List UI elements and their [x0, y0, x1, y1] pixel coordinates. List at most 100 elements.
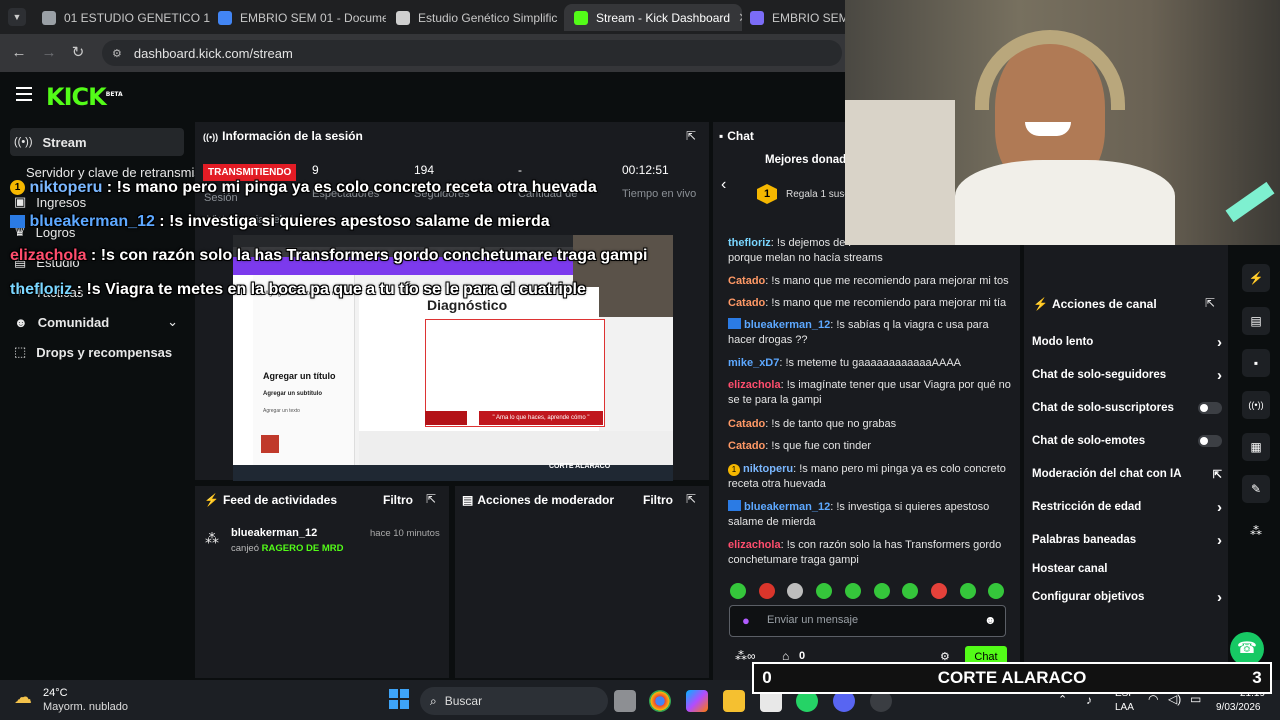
chat-input[interactable]: ● Enviar un mensaje ☻: [729, 605, 1006, 637]
emote-icon[interactable]: [730, 583, 746, 599]
site-info-icon[interactable]: ⚙: [112, 47, 122, 60]
clock-date[interactable]: 9/03/2026: [1216, 702, 1261, 713]
channel-action-item[interactable]: Configurar objetivos ›: [1032, 589, 1222, 606]
hamburger-menu-icon[interactable]: [16, 87, 32, 101]
preview-slide-title: Diagnóstico: [427, 297, 508, 313]
toggle-switch[interactable]: [1198, 402, 1222, 414]
chat-username[interactable]: mike_xD7: [728, 357, 779, 369]
volume-icon[interactable]: ◁): [1168, 692, 1181, 706]
popout-icon[interactable]: ⇱: [1205, 296, 1215, 310]
battery-icon[interactable]: ▭: [1190, 692, 1201, 706]
upper-right-panel: [1024, 244, 1228, 290]
points-icon[interactable]: ⁂∞: [735, 649, 756, 663]
weather-desc[interactable]: Mayorm. nublado: [43, 701, 128, 713]
kick-logo[interactable]: KICKBETA: [46, 83, 123, 111]
channel-action-item[interactable]: Modo lento ›: [1032, 334, 1222, 351]
rail-wrench-icon[interactable]: ✎: [1242, 475, 1270, 503]
chat-text-continued: porque melan no hacía streams: [728, 252, 883, 264]
rail-chat-icon[interactable]: ▪: [1242, 349, 1270, 377]
popout-icon[interactable]: ⇱: [686, 129, 696, 143]
chat-username[interactable]: blueakerman_12: [744, 319, 830, 331]
weather-icon[interactable]: ☁: [14, 687, 32, 708]
emote-icon[interactable]: [816, 583, 833, 599]
rail-notes-icon[interactable]: ▤: [1242, 307, 1270, 335]
activity-filter-button[interactable]: Filtro: [383, 493, 413, 507]
toggle-switch[interactable]: [1198, 435, 1222, 447]
chat-username[interactable]: niktoperu: [743, 463, 793, 475]
reload-icon[interactable]: ↻: [69, 44, 87, 62]
task-view-icon[interactable]: [614, 690, 636, 712]
chat-username[interactable]: thefloriz: [728, 237, 771, 249]
stream-preview[interactable]: Agrega las fuentes de tu marca Agregar u…: [233, 235, 673, 481]
taskbar-search[interactable]: ⌕ Buscar: [420, 687, 608, 715]
mic-tray-icon[interactable]: ♪: [1086, 693, 1092, 707]
microphone-icon[interactable]: ●: [742, 613, 750, 628]
popout-icon[interactable]: ⇱: [426, 492, 436, 506]
chat-username[interactable]: elizachola: [728, 539, 781, 551]
channel-action-item[interactable]: Palabras baneadas ›: [1032, 532, 1222, 549]
sidebar-item-stream[interactable]: ((•)) Stream: [10, 128, 184, 156]
chat-username[interactable]: Catado: [728, 440, 765, 452]
chat-username[interactable]: Catado: [728, 418, 765, 430]
chat-username[interactable]: blueakerman_12: [744, 501, 830, 513]
forward-icon[interactable]: →: [40, 44, 58, 62]
start-icon[interactable]: [389, 689, 409, 709]
overlay-message-4: thefloriz : !s Viagra te metes en la boc…: [10, 281, 586, 299]
chevron-up-icon[interactable]: ⌃: [1058, 693, 1067, 706]
preview-left-rail: [233, 275, 253, 465]
channel-action-label: Chat de solo-seguidores: [1032, 369, 1167, 381]
browser-tab[interactable]: Stream - Kick Dashboard✕: [564, 4, 742, 31]
url-field[interactable]: ⚙ dashboard.kick.com/stream: [102, 40, 842, 66]
bolt-icon: ⚡: [204, 493, 219, 507]
help-fab-icon[interactable]: ☎: [1230, 632, 1264, 666]
chat-message: Catado: !s mano que me recomiendo para m…: [728, 274, 1013, 289]
channel-action-item[interactable]: Restricción de edad ›: [1032, 498, 1222, 516]
rail-redeem-icon[interactable]: ⁂: [1242, 517, 1270, 545]
emote-icon[interactable]: [930, 583, 947, 599]
popout-icon[interactable]: ⇱: [686, 492, 696, 506]
chat-message: elizachola: !s imagínate tener que usar …: [728, 378, 1013, 408]
chrome-icon[interactable]: [649, 690, 671, 712]
explorer-icon[interactable]: [723, 690, 745, 712]
channel-actions-title-text: Acciones de canal: [1051, 297, 1157, 311]
followers-value: 194: [414, 163, 435, 177]
language-secondary[interactable]: LAA: [1115, 702, 1134, 713]
chevron-right-icon: ›: [1217, 498, 1222, 516]
wifi-icon[interactable]: ◠: [1148, 692, 1158, 706]
channel-action-item[interactable]: Chat de solo-emotes: [1032, 433, 1222, 449]
gift-sub-text[interactable]: Regala 1 susc: [786, 189, 849, 200]
rail-layout-icon[interactable]: ▦: [1242, 433, 1270, 461]
chat-message: elizachola: !s con razón solo la has Tra…: [728, 538, 1013, 568]
chat-message: Catado: !s mano que me recomiendo para m…: [728, 296, 1013, 311]
emote-icon[interactable]: [959, 583, 976, 599]
rail-broadcast-icon[interactable]: ((•)): [1242, 391, 1270, 419]
rail-bolt-icon[interactable]: ⚡: [1242, 264, 1270, 292]
sidebar-item-comunidad[interactable]: ☻ Comunidad ⌄: [10, 308, 184, 336]
channel-action-item[interactable]: Moderación del chat con IA ⇱: [1032, 466, 1222, 482]
webcam-overlay: [845, 0, 1280, 245]
emote-icon[interactable]: [758, 583, 775, 599]
copilot-icon[interactable]: [686, 690, 708, 712]
uptime-value: 00:12:51: [622, 163, 669, 177]
emote-icon[interactable]: [873, 583, 890, 599]
chevron-left-icon[interactable]: ‹: [721, 176, 726, 194]
tab-search-button[interactable]: ▼: [8, 8, 26, 26]
channel-action-item[interactable]: Chat de solo-seguidores ›: [1032, 367, 1222, 384]
chat-username[interactable]: Catado: [728, 297, 765, 309]
chat-username[interactable]: Catado: [728, 275, 765, 287]
moderator-filter-button[interactable]: Filtro: [643, 493, 673, 507]
browser-tab[interactable]: Estudio Genético Simplific✕: [386, 4, 564, 31]
channel-action-item[interactable]: Chat de solo-suscriptores: [1032, 400, 1222, 416]
store-icon[interactable]: ⌂: [782, 649, 789, 663]
browser-tab[interactable]: 01 ESTUDIO GENETICO 1 (✕: [32, 4, 210, 31]
browser-tab[interactable]: EMBRIO SEM 01 - Docume✕: [208, 4, 386, 31]
chat-username[interactable]: elizachola: [728, 379, 781, 391]
sidebar-item-drops[interactable]: ⬚ Drops y recompensas: [10, 338, 184, 366]
emote-icon[interactable]: [844, 583, 861, 599]
channel-action-item[interactable]: Hostear canal: [1032, 561, 1222, 577]
chat-message: Catado: !s que fue con tinder: [728, 439, 1013, 454]
activity-user[interactable]: blueakerman_12: [231, 527, 317, 539]
weather-temp[interactable]: 24°C: [43, 687, 68, 699]
emoji-picker-icon[interactable]: ☻: [984, 613, 997, 627]
back-icon[interactable]: ←: [10, 44, 28, 62]
